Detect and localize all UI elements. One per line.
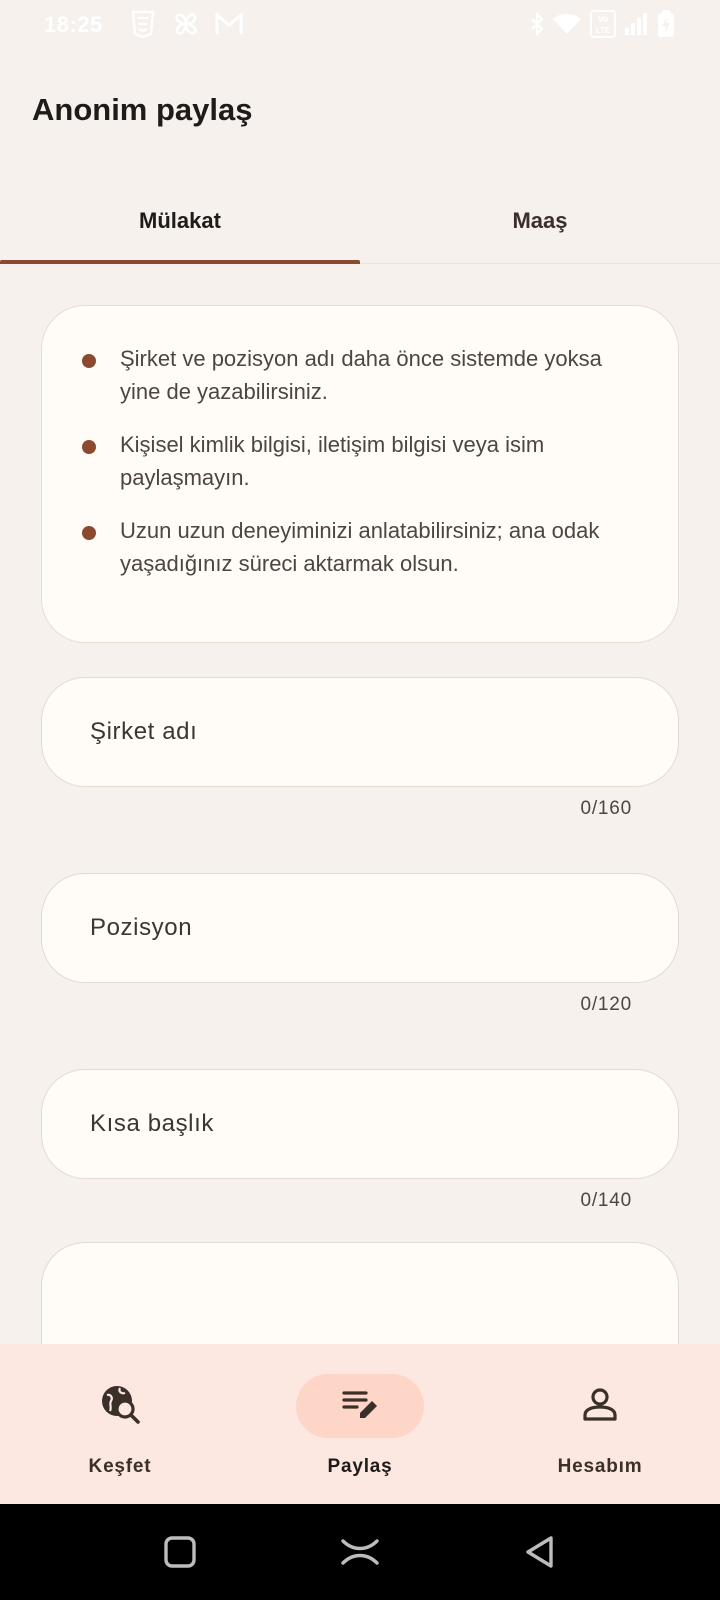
nav-label: Hesabım — [557, 1456, 643, 1477]
position-char-counter: 0/120 — [580, 994, 632, 1015]
company-field[interactable] — [41, 677, 679, 787]
guideline-item: Kişisel kimlik bilgisi, iletişim bilgisi… — [82, 428, 630, 494]
bullet-icon — [82, 440, 96, 454]
bottom-navigation: Keşfet Paylaş Hesabım — [0, 1344, 720, 1504]
guideline-text: Uzun uzun deneyiminizi anlatabilirsiniz;… — [120, 518, 600, 576]
screen: 18:25 Vo LTE Anonim paylaş Mülakat Maaş … — [0, 0, 720, 1600]
edit-note-icon — [340, 1384, 380, 1429]
tab-active-indicator — [0, 260, 360, 264]
signal-icon — [624, 12, 648, 41]
company-input[interactable] — [90, 678, 650, 786]
gmail-icon — [214, 10, 243, 38]
short-title-field[interactable] — [41, 1069, 679, 1179]
bullet-icon — [82, 354, 96, 368]
page-title: Anonim paylaş — [32, 92, 253, 127]
guidelines-card: Şirket ve pozisyon adı daha önce sistemd… — [41, 305, 679, 643]
tab-mulakat[interactable]: Mülakat — [0, 178, 360, 264]
nav-item-hesabim[interactable]: Hesabım — [480, 1344, 720, 1504]
guideline-item: Uzun uzun deneyiminizi anlatabilirsiniz;… — [82, 514, 630, 580]
pinwheel-icon — [172, 10, 200, 38]
person-icon — [580, 1384, 620, 1429]
system-navigation-bar — [0, 1504, 720, 1600]
nav-pill — [536, 1374, 664, 1438]
status-notification-icons — [130, 10, 243, 39]
tab-bar: Mülakat Maaş — [0, 178, 720, 264]
bluetooth-icon — [530, 11, 544, 41]
nav-pill-active — [296, 1374, 424, 1438]
company-char-counter: 0/160 — [580, 798, 632, 819]
nav-label: Paylaş — [327, 1456, 393, 1477]
status-time: 18:25 — [44, 12, 103, 37]
guideline-text: Şirket ve pozisyon adı daha önce sistemd… — [120, 346, 602, 404]
short-title-char-counter: 0/140 — [580, 1190, 632, 1211]
position-field[interactable] — [41, 873, 679, 983]
explore-search-icon — [98, 1382, 142, 1431]
status-bar: 18:25 Vo LTE — [0, 0, 720, 50]
back-button[interactable] — [516, 1528, 564, 1576]
svg-text:LTE: LTE — [596, 26, 611, 35]
short-title-input[interactable] — [90, 1070, 650, 1178]
battery-charging-icon — [656, 10, 676, 43]
status-system-icons: Vo LTE — [530, 10, 676, 43]
volte-icon: Vo LTE — [590, 10, 616, 43]
recents-button[interactable] — [156, 1528, 204, 1576]
position-input[interactable] — [90, 874, 650, 982]
guideline-item: Şirket ve pozisyon adı daha önce sistemd… — [82, 342, 630, 408]
tab-maas[interactable]: Maaş — [360, 178, 720, 264]
bullet-icon — [82, 526, 96, 540]
wifi-icon — [552, 12, 582, 41]
nav-item-paylas[interactable]: Paylaş — [240, 1344, 480, 1504]
nav-item-kesfet[interactable]: Keşfet — [0, 1344, 240, 1504]
guideline-text: Kişisel kimlik bilgisi, iletişim bilgisi… — [120, 432, 545, 490]
home-button[interactable] — [336, 1528, 384, 1576]
html5-icon — [130, 10, 158, 39]
svg-text:Vo: Vo — [598, 14, 609, 24]
nav-pill — [56, 1374, 184, 1438]
nav-label: Keşfet — [88, 1456, 152, 1477]
